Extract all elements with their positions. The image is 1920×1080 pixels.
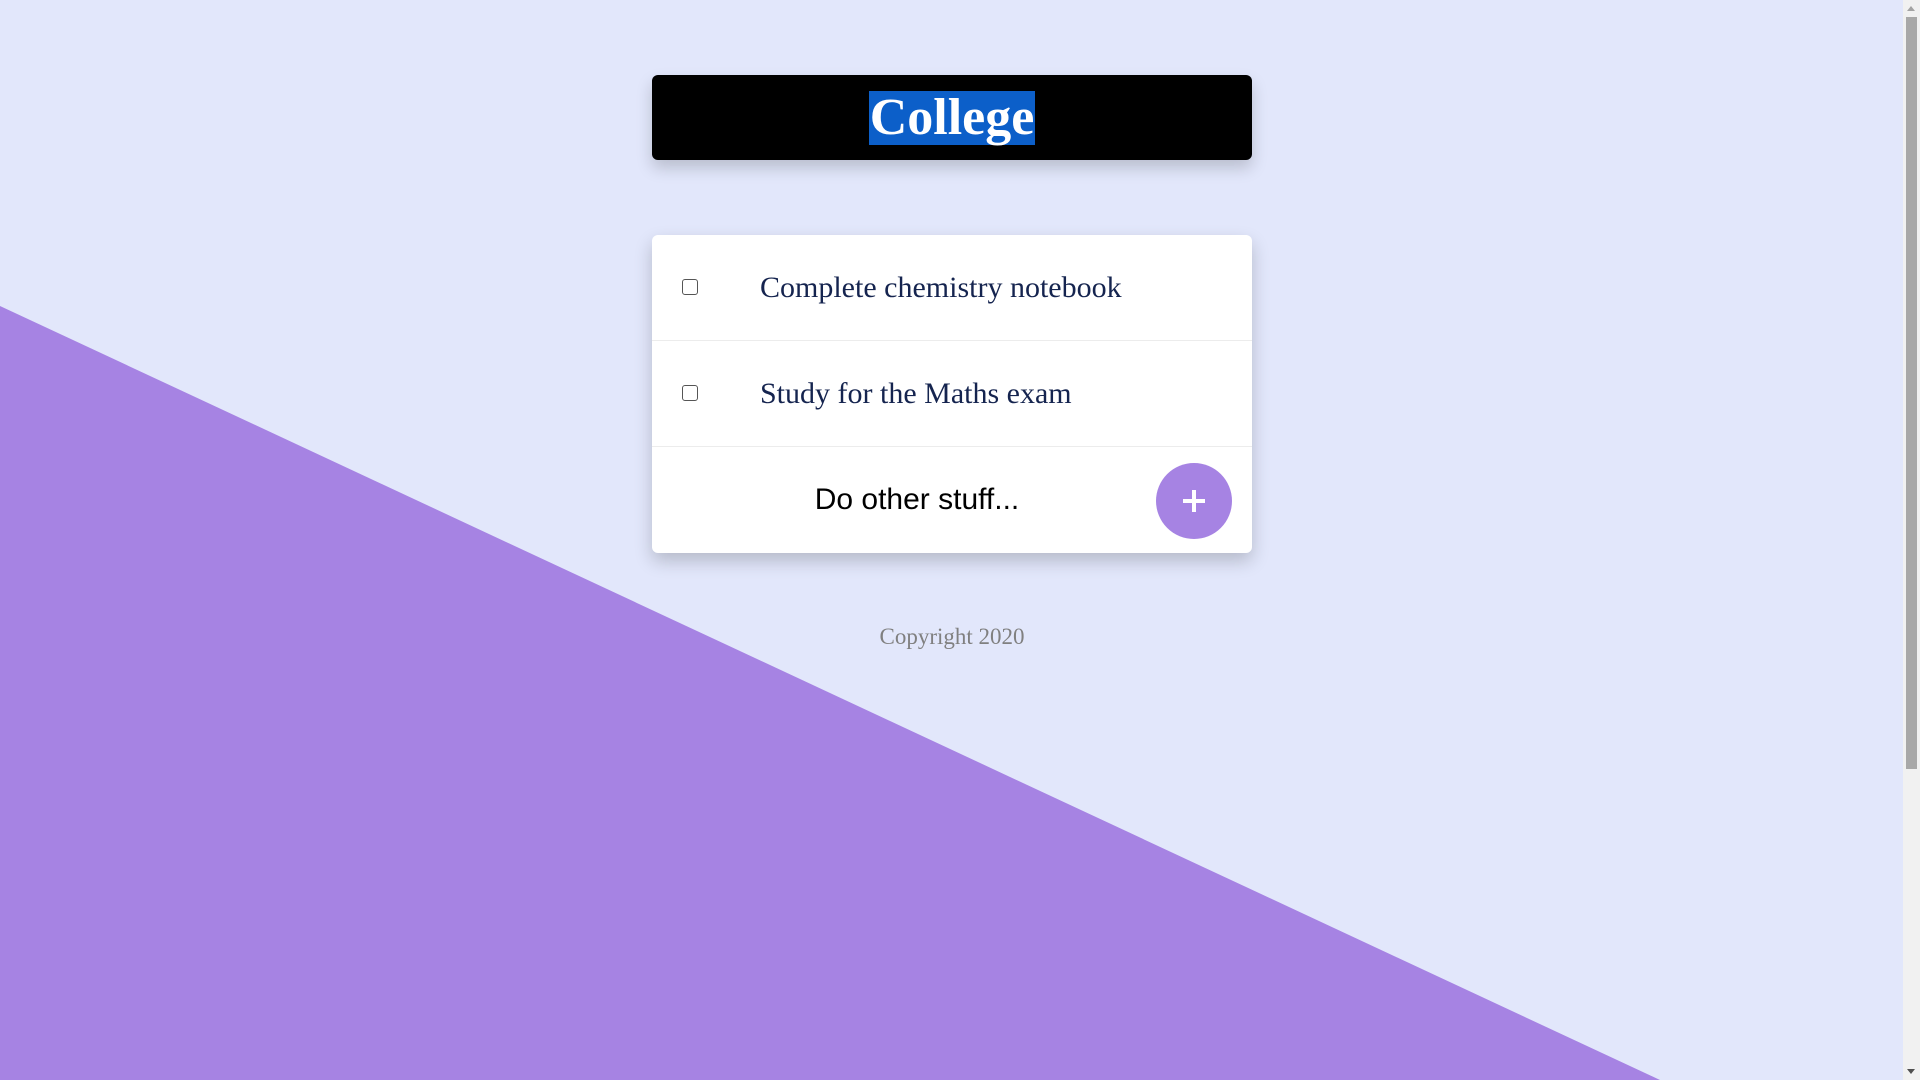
vertical-scrollbar[interactable] [1903,0,1920,1080]
copyright-text: Copyright 2020 [879,624,1025,649]
todo-item-label: Complete chemistry notebook [760,271,1122,304]
todo-list: Complete chemistry notebook Study for th… [652,235,1252,553]
list-title: College [868,88,1036,146]
list-heading: College [652,75,1252,160]
plus-icon [1183,490,1205,512]
page: College Complete chemistry notebook Stud… [0,0,1903,1080]
scroll-up-arrow-icon[interactable] [1907,6,1915,11]
scrollbar-thumb[interactable] [1906,17,1917,769]
new-item-form [652,447,1252,553]
todo-item-label: Study for the Maths exam [760,377,1072,410]
scroll-down-arrow-icon[interactable] [1907,1069,1915,1074]
todo-item: Complete chemistry notebook [652,235,1252,341]
add-item-button[interactable] [1156,463,1232,539]
todo-checkbox[interactable] [682,279,698,295]
new-item-input[interactable] [652,447,1182,553]
todo-item: Study for the Maths exam [652,341,1252,447]
todo-checkbox[interactable] [682,385,698,401]
